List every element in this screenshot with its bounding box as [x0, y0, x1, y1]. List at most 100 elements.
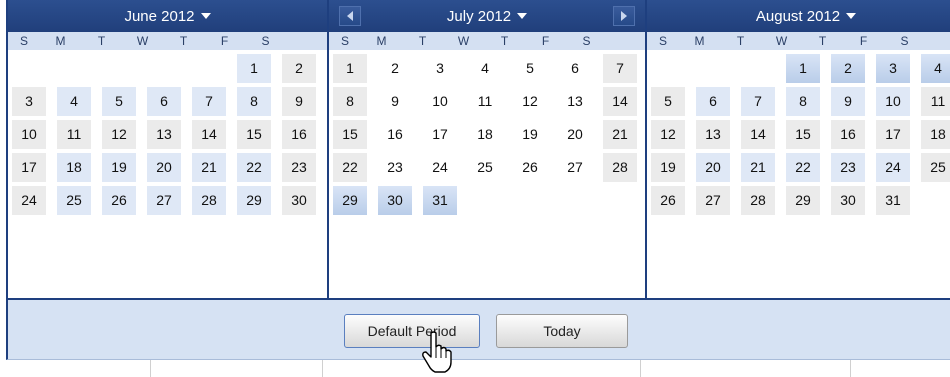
day-cell[interactable]: 11 [921, 87, 950, 116]
day-cell[interactable]: 27 [147, 186, 181, 215]
day-cell[interactable]: 2 [282, 54, 316, 83]
day-cell[interactable]: 30 [282, 186, 316, 215]
day-cell[interactable]: 21 [192, 153, 226, 182]
day-cell[interactable]: 25 [468, 153, 502, 182]
day-cell[interactable]: 4 [921, 54, 950, 83]
day-cell[interactable]: 16 [378, 120, 412, 149]
day-cell[interactable]: 5 [651, 87, 685, 116]
default-period-button[interactable]: Default Period [344, 314, 480, 348]
day-cell[interactable]: 3 [423, 54, 457, 83]
day-cell[interactable]: 25 [57, 186, 91, 215]
day-cell[interactable]: 22 [786, 153, 820, 182]
day-cell[interactable]: 10 [876, 87, 910, 116]
day-cell[interactable]: 17 [12, 153, 46, 182]
day-cell[interactable]: 8 [237, 87, 271, 116]
day-cell[interactable]: 31 [876, 186, 910, 215]
day-cell[interactable]: 26 [513, 153, 547, 182]
day-cell[interactable]: 15 [237, 120, 271, 149]
day-cell[interactable]: 17 [423, 120, 457, 149]
day-cell[interactable]: 9 [831, 87, 865, 116]
day-cell[interactable]: 22 [237, 153, 271, 182]
day-cell[interactable]: 12 [651, 120, 685, 149]
day-cell[interactable]: 19 [513, 120, 547, 149]
day-cell[interactable]: 15 [786, 120, 820, 149]
day-cell[interactable]: 29 [333, 186, 367, 215]
month-title-dropdown[interactable]: June 2012 [8, 0, 327, 32]
day-cell[interactable]: 5 [513, 54, 547, 83]
day-cell[interactable]: 20 [558, 120, 592, 149]
day-cell[interactable]: 1 [333, 54, 367, 83]
day-cell[interactable]: 22 [333, 153, 367, 182]
hand-pointer-icon [422, 331, 452, 373]
day-cell[interactable]: 10 [12, 120, 46, 149]
day-cell[interactable]: 27 [696, 186, 730, 215]
day-cell[interactable]: 14 [741, 120, 775, 149]
day-cell[interactable]: 3 [876, 54, 910, 83]
day-cell[interactable]: 30 [831, 186, 865, 215]
day-cell[interactable]: 13 [147, 120, 181, 149]
day-cell[interactable]: 7 [603, 54, 637, 83]
day-cell[interactable]: 29 [786, 186, 820, 215]
day-cell[interactable]: 13 [558, 87, 592, 116]
day-cell[interactable]: 15 [333, 120, 367, 149]
day-cell[interactable]: 4 [57, 87, 91, 116]
day-cell[interactable]: 9 [378, 87, 412, 116]
day-cell[interactable]: 8 [786, 87, 820, 116]
day-cell[interactable]: 20 [147, 153, 181, 182]
day-cell[interactable]: 27 [558, 153, 592, 182]
day-cell[interactable]: 11 [57, 120, 91, 149]
day-cell[interactable]: 21 [603, 120, 637, 149]
day-cell[interactable]: 6 [696, 87, 730, 116]
day-cell[interactable]: 9 [282, 87, 316, 116]
day-cell[interactable]: 12 [513, 87, 547, 116]
day-cell[interactable]: 2 [831, 54, 865, 83]
day-cell[interactable]: 23 [378, 153, 412, 182]
next-month-button[interactable] [613, 6, 635, 26]
day-cell[interactable]: 18 [468, 120, 502, 149]
today-button[interactable]: Today [496, 314, 628, 348]
day-cell[interactable]: 16 [831, 120, 865, 149]
day-cell[interactable]: 19 [651, 153, 685, 182]
day-cell[interactable]: 12 [102, 120, 136, 149]
day-cell[interactable]: 25 [921, 153, 950, 182]
day-cell[interactable]: 7 [741, 87, 775, 116]
day-cell[interactable]: 11 [468, 87, 502, 116]
day-cell[interactable]: 2 [378, 54, 412, 83]
day-cell[interactable]: 19 [102, 153, 136, 182]
day-cell[interactable]: 16 [282, 120, 316, 149]
day-cell[interactable]: 4 [468, 54, 502, 83]
day-cell[interactable]: 14 [192, 120, 226, 149]
day-cell[interactable]: 18 [57, 153, 91, 182]
month-title-dropdown[interactable]: August 2012 [647, 0, 950, 32]
day-cell[interactable]: 1 [237, 54, 271, 83]
day-cell[interactable]: 24 [423, 153, 457, 182]
day-cell[interactable]: 17 [876, 120, 910, 149]
day-cell[interactable]: 28 [603, 153, 637, 182]
month-title-dropdown[interactable]: July 2012 [329, 0, 645, 32]
day-cell[interactable]: 28 [741, 186, 775, 215]
day-cell[interactable]: 8 [333, 87, 367, 116]
day-cell[interactable]: 14 [603, 87, 637, 116]
day-cell[interactable]: 21 [741, 153, 775, 182]
day-cell[interactable]: 18 [921, 120, 950, 149]
day-cell[interactable]: 24 [12, 186, 46, 215]
day-cell[interactable]: 6 [558, 54, 592, 83]
day-cell[interactable]: 23 [282, 153, 316, 182]
day-cell[interactable]: 3 [12, 87, 46, 116]
day-cell[interactable]: 26 [651, 186, 685, 215]
day-cell[interactable]: 5 [102, 87, 136, 116]
day-cell[interactable]: 23 [831, 153, 865, 182]
day-cell[interactable]: 1 [786, 54, 820, 83]
day-cell[interactable]: 28 [192, 186, 226, 215]
day-cell[interactable]: 6 [147, 87, 181, 116]
day-cell[interactable]: 10 [423, 87, 457, 116]
day-cell[interactable]: 20 [696, 153, 730, 182]
day-cell[interactable]: 26 [102, 186, 136, 215]
day-cell[interactable]: 13 [696, 120, 730, 149]
prev-month-button[interactable] [339, 6, 361, 26]
day-cell[interactable]: 24 [876, 153, 910, 182]
day-cell[interactable]: 30 [378, 186, 412, 215]
day-cell[interactable]: 29 [237, 186, 271, 215]
day-cell[interactable]: 7 [192, 87, 226, 116]
day-cell[interactable]: 31 [423, 186, 457, 215]
